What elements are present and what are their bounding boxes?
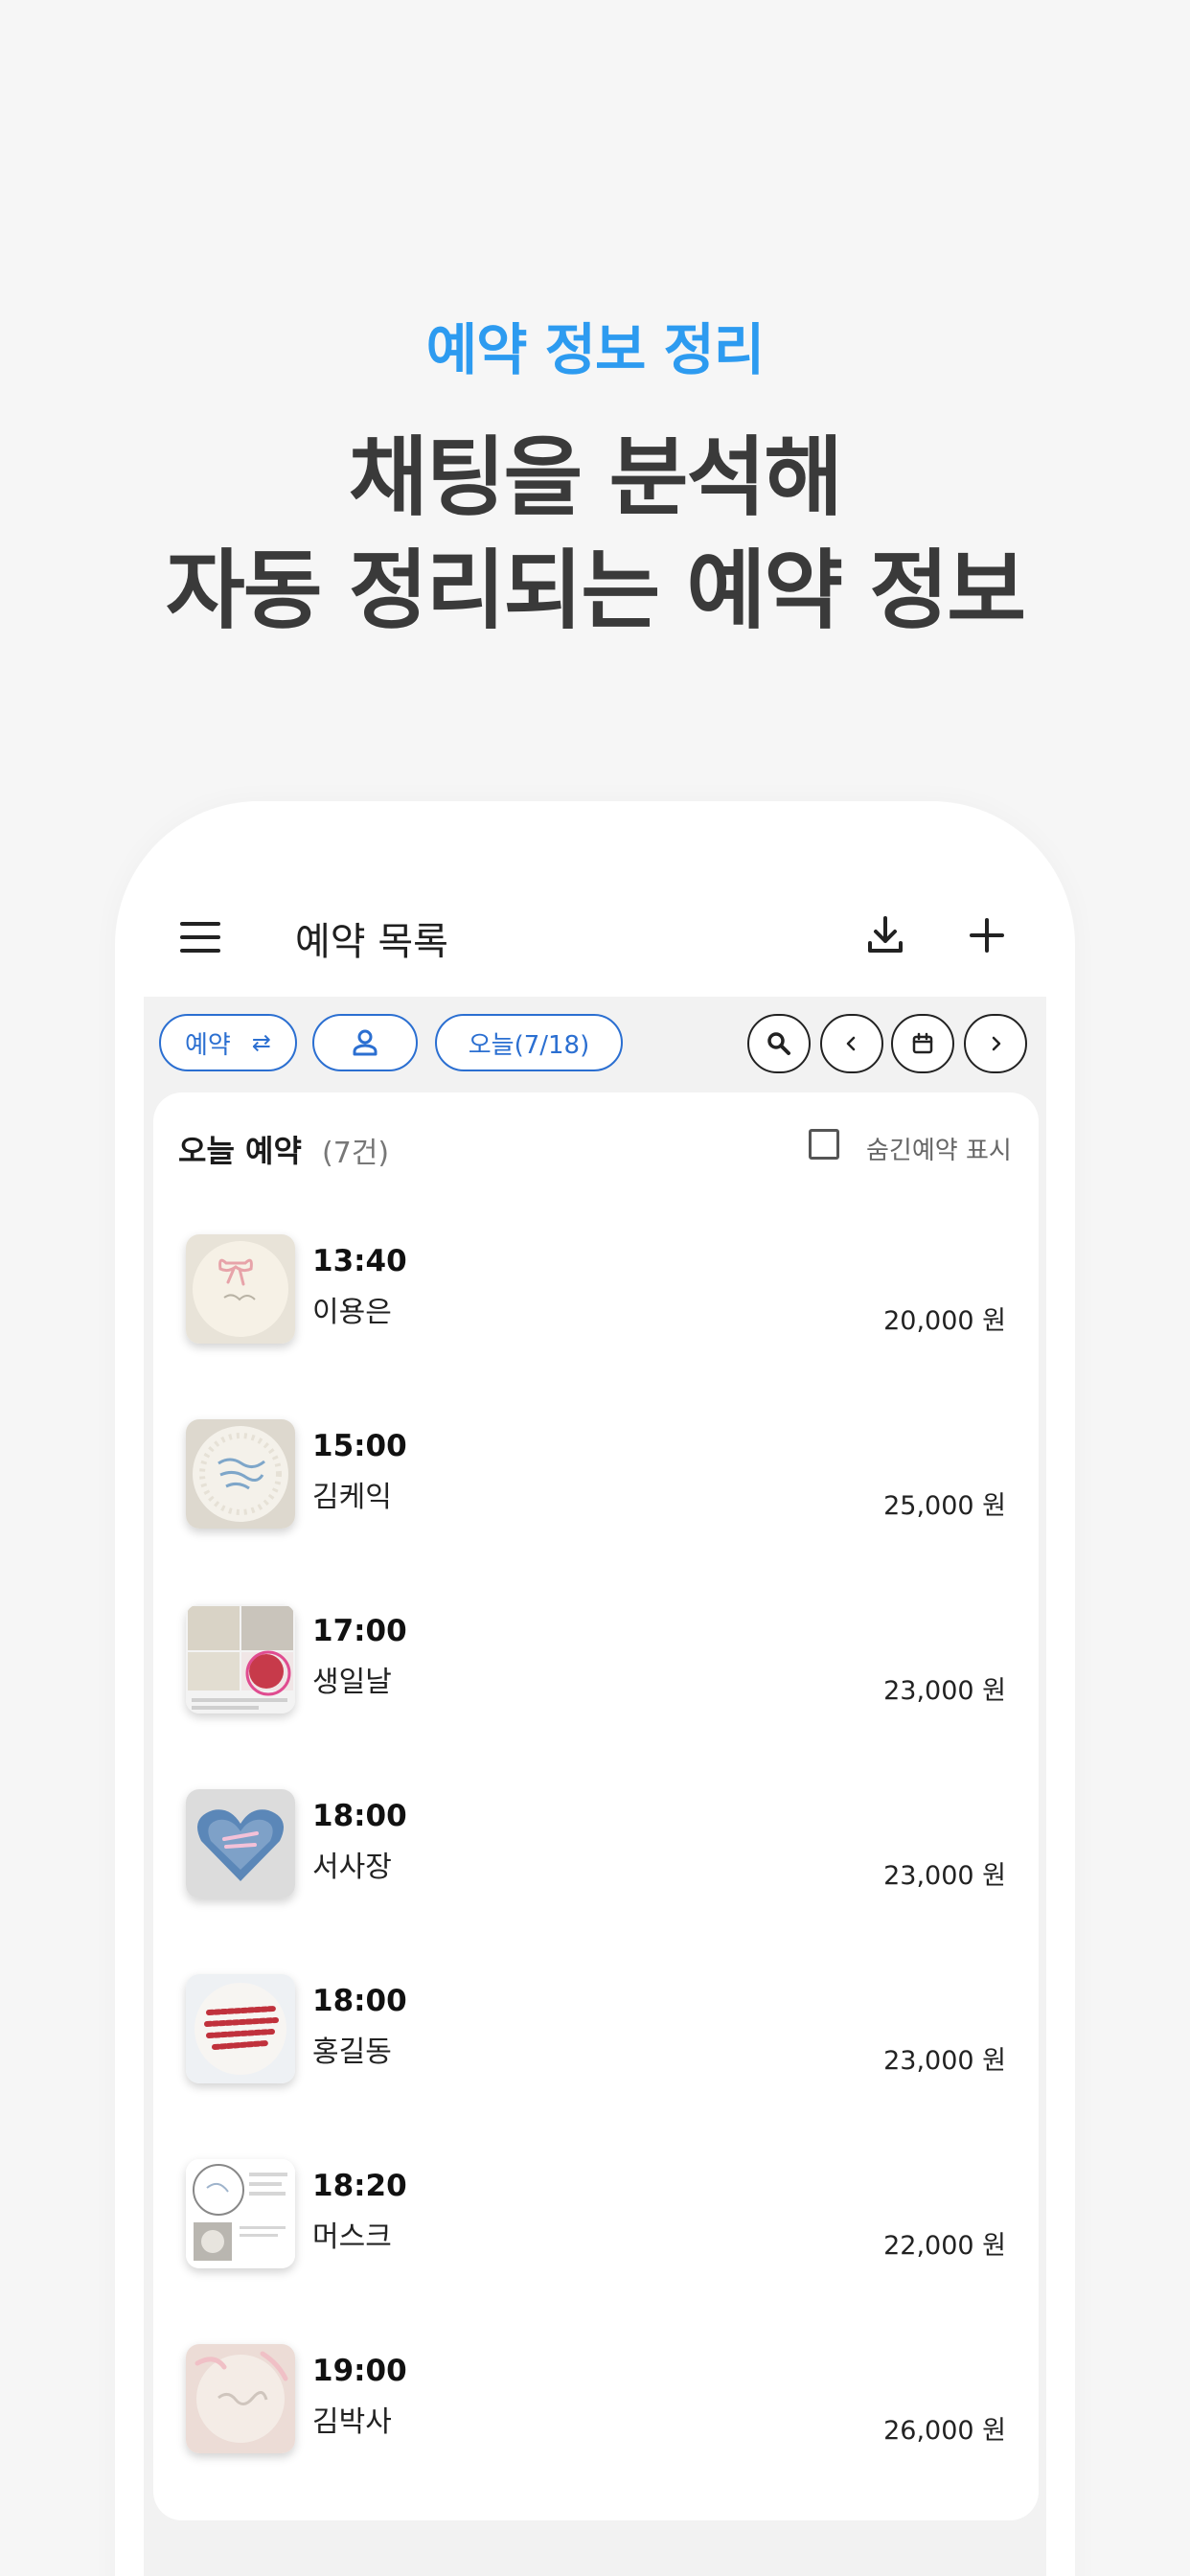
customer-name: 김박사 [312, 2405, 392, 2439]
cake-thumbnail [186, 1234, 295, 1344]
app-bar: 예약 목록 [115, 801, 1075, 997]
cake-thumbnail [186, 1974, 295, 2083]
calendar-button[interactable] [891, 1014, 954, 1073]
swap-icon: ⇄ [251, 1029, 271, 1056]
customer-name: 생일날 [312, 1666, 392, 1699]
reservation-time: 13:40 [312, 1244, 407, 1278]
reservation-row[interactable]: 18:00 서사장 23,000 원 [153, 1789, 1039, 1933]
date-filter-chip[interactable]: 오늘(7/18) [435, 1014, 623, 1071]
download-icon[interactable] [862, 912, 908, 958]
reservation-row[interactable]: 18:20 머스크 22,000 원 [153, 2159, 1039, 2303]
customer-name: 홍길동 [312, 2036, 392, 2069]
chevron-right-icon [992, 1036, 1001, 1051]
reservation-price: 26,000 원 [883, 2416, 1006, 2446]
promo-subtitle: 예약 정보 정리 [425, 317, 766, 382]
chevron-left-icon [846, 1036, 856, 1051]
reservation-price: 22,000 원 [883, 2231, 1006, 2261]
promo-title: 채팅을 분석해 자동 정리되는 예약 정보 [0, 422, 1190, 648]
reservation-time: 18:20 [312, 2169, 407, 2203]
reservation-row[interactable]: 19:00 김박사 26,000 원 [153, 2344, 1039, 2488]
person-filter-chip[interactable] [312, 1014, 418, 1071]
search-button[interactable] [747, 1014, 811, 1073]
customer-name: 이용은 [312, 1296, 392, 1329]
promo-title-line2: 자동 정리되는 예약 정보 [166, 540, 1026, 641]
previous-day-button[interactable] [820, 1014, 883, 1073]
reservation-row[interactable]: 17:00 생일날 23,000 원 [153, 1604, 1039, 1748]
cake-thumbnail [186, 2344, 295, 2453]
search-icon [767, 1032, 790, 1055]
cake-thumbnail [186, 1419, 295, 1529]
show-hidden-checkbox[interactable] [809, 1129, 839, 1160]
reservation-row[interactable]: 13:40 이용은 20,000 원 [153, 1234, 1039, 1378]
cake-thumbnail [186, 2159, 295, 2268]
reservation-row[interactable]: 15:00 김케익 25,000 원 [153, 1419, 1039, 1563]
reservation-list-card: 오늘 예약 (7건) 숨긴예약 표시 13:40 이용은 20,000 원 15… [153, 1092, 1039, 2520]
phone-frame: 예약 목록 예약 ⇄ 오늘(7/18) 오늘 예약 (7건) 숨긴예약 표시 1… [115, 801, 1075, 2576]
page-title: 예약 목록 [295, 920, 448, 964]
reservation-time: 19:00 [312, 2354, 407, 2388]
show-hidden-label[interactable]: 숨긴예약 표시 [866, 1131, 1012, 1166]
cake-thumbnail [186, 1789, 295, 1898]
reservation-time: 18:00 [312, 1984, 407, 2018]
add-icon[interactable] [964, 912, 1010, 958]
list-title: 오늘 예약 [178, 1133, 302, 1169]
customer-name: 김케익 [312, 1481, 392, 1514]
reservation-price: 25,000 원 [883, 1491, 1006, 1521]
list-count: (7건) [322, 1137, 390, 1170]
reservation-price: 23,000 원 [883, 1861, 1006, 1891]
customer-name: 머스크 [312, 2220, 392, 2254]
reservation-time: 17:00 [312, 1614, 407, 1648]
reservation-price: 23,000 원 [883, 1676, 1006, 1706]
content-panel: 예약 ⇄ 오늘(7/18) 오늘 예약 (7건) 숨긴예약 표시 13:40 이… [144, 997, 1046, 2576]
reservation-time: 18:00 [312, 1799, 407, 1833]
reservation-type-label: 예약 [185, 1030, 231, 1060]
reservation-price: 23,000 원 [883, 2046, 1006, 2076]
customer-name: 서사장 [312, 1851, 392, 1884]
reservation-time: 15:00 [312, 1429, 407, 1463]
promo-title-line1: 채팅을 분석해 [348, 427, 843, 528]
reservation-price: 20,000 원 [883, 1306, 1006, 1336]
reservation-row[interactable]: 18:00 홍길동 23,000 원 [153, 1974, 1039, 2118]
reservation-type-chip[interactable]: 예약 ⇄ [159, 1014, 297, 1071]
calendar-icon [912, 1032, 933, 1054]
cake-thumbnail [186, 1604, 295, 1714]
menu-icon[interactable] [180, 922, 220, 953]
person-icon [353, 1029, 378, 1056]
next-day-button[interactable] [964, 1014, 1027, 1073]
